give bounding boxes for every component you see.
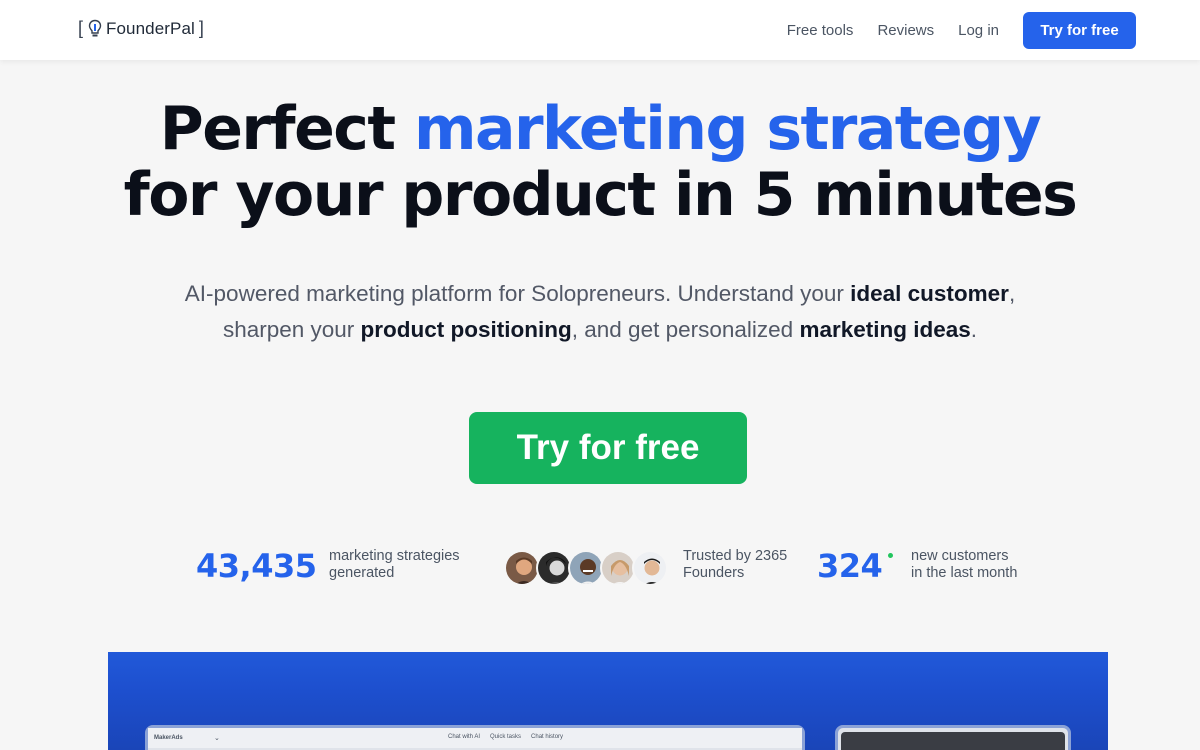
video-thumbnail — [841, 732, 1065, 750]
try-for-free-hero-button[interactable]: Try for free — [469, 412, 747, 484]
product-preview: MakerAds ⌄ Chat with AI Quick tasks Chat… — [108, 652, 1108, 750]
avatar — [632, 550, 668, 586]
trusted-label: Trusted by 2365 Founders — [683, 548, 788, 581]
app-tabs: Chat with AI Quick tasks Chat history — [448, 734, 573, 740]
app-screenshot-main: MakerAds ⌄ Chat with AI Quick tasks Chat… — [145, 725, 805, 750]
headline-line-2: for your product in 5 minutes — [123, 160, 1078, 230]
top-nav: [ FounderPal ] Free tools Reviews Log in… — [0, 0, 1200, 60]
app-brand: MakerAds — [154, 735, 183, 741]
nav-link-log-in[interactable]: Log in — [958, 13, 999, 49]
lightbulb-icon — [88, 19, 102, 36]
tab-quick-tasks: Quick tasks — [490, 734, 522, 740]
new-customers-count: 324 — [817, 547, 883, 585]
logo-text: FounderPal — [106, 18, 195, 38]
app-screenshot-side — [835, 725, 1071, 750]
headline-line-1: Perfect marketing strategy — [159, 94, 1042, 164]
logo[interactable]: [ FounderPal ] — [78, 18, 204, 39]
chevron-down-icon: ⌄ — [214, 735, 220, 742]
strategies-label: marketing strategies generated — [329, 548, 460, 581]
headline-accent: marketing strategy — [413, 94, 1042, 164]
avatar — [600, 550, 636, 586]
tab-chat-with-ai: Chat with AI — [448, 734, 481, 740]
app-toolbar: MakerAds ⌄ Chat with AI Quick tasks Chat… — [148, 728, 802, 748]
nav-link-reviews[interactable]: Reviews — [877, 13, 934, 49]
avatar — [536, 550, 572, 586]
new-customers-label: new customers in the last month — [911, 548, 1018, 581]
avatar — [568, 550, 604, 586]
nav-link-free-tools[interactable]: Free tools — [787, 13, 854, 49]
try-for-free-nav-button[interactable]: Try for free — [1023, 12, 1136, 49]
strategies-count: 43,435 — [196, 547, 317, 585]
avatar — [504, 550, 540, 586]
hero-headline: Perfect marketing strategy for your prod… — [0, 96, 1200, 228]
tab-chat-history: Chat history — [531, 734, 564, 740]
hero-subheadline: AI-powered marketing platform for Solopr… — [184, 281, 1016, 342]
founder-avatars — [504, 550, 668, 586]
nav-links: Free tools Reviews Log in Try for free — [787, 12, 1136, 49]
live-indicator-dot — [888, 553, 893, 558]
